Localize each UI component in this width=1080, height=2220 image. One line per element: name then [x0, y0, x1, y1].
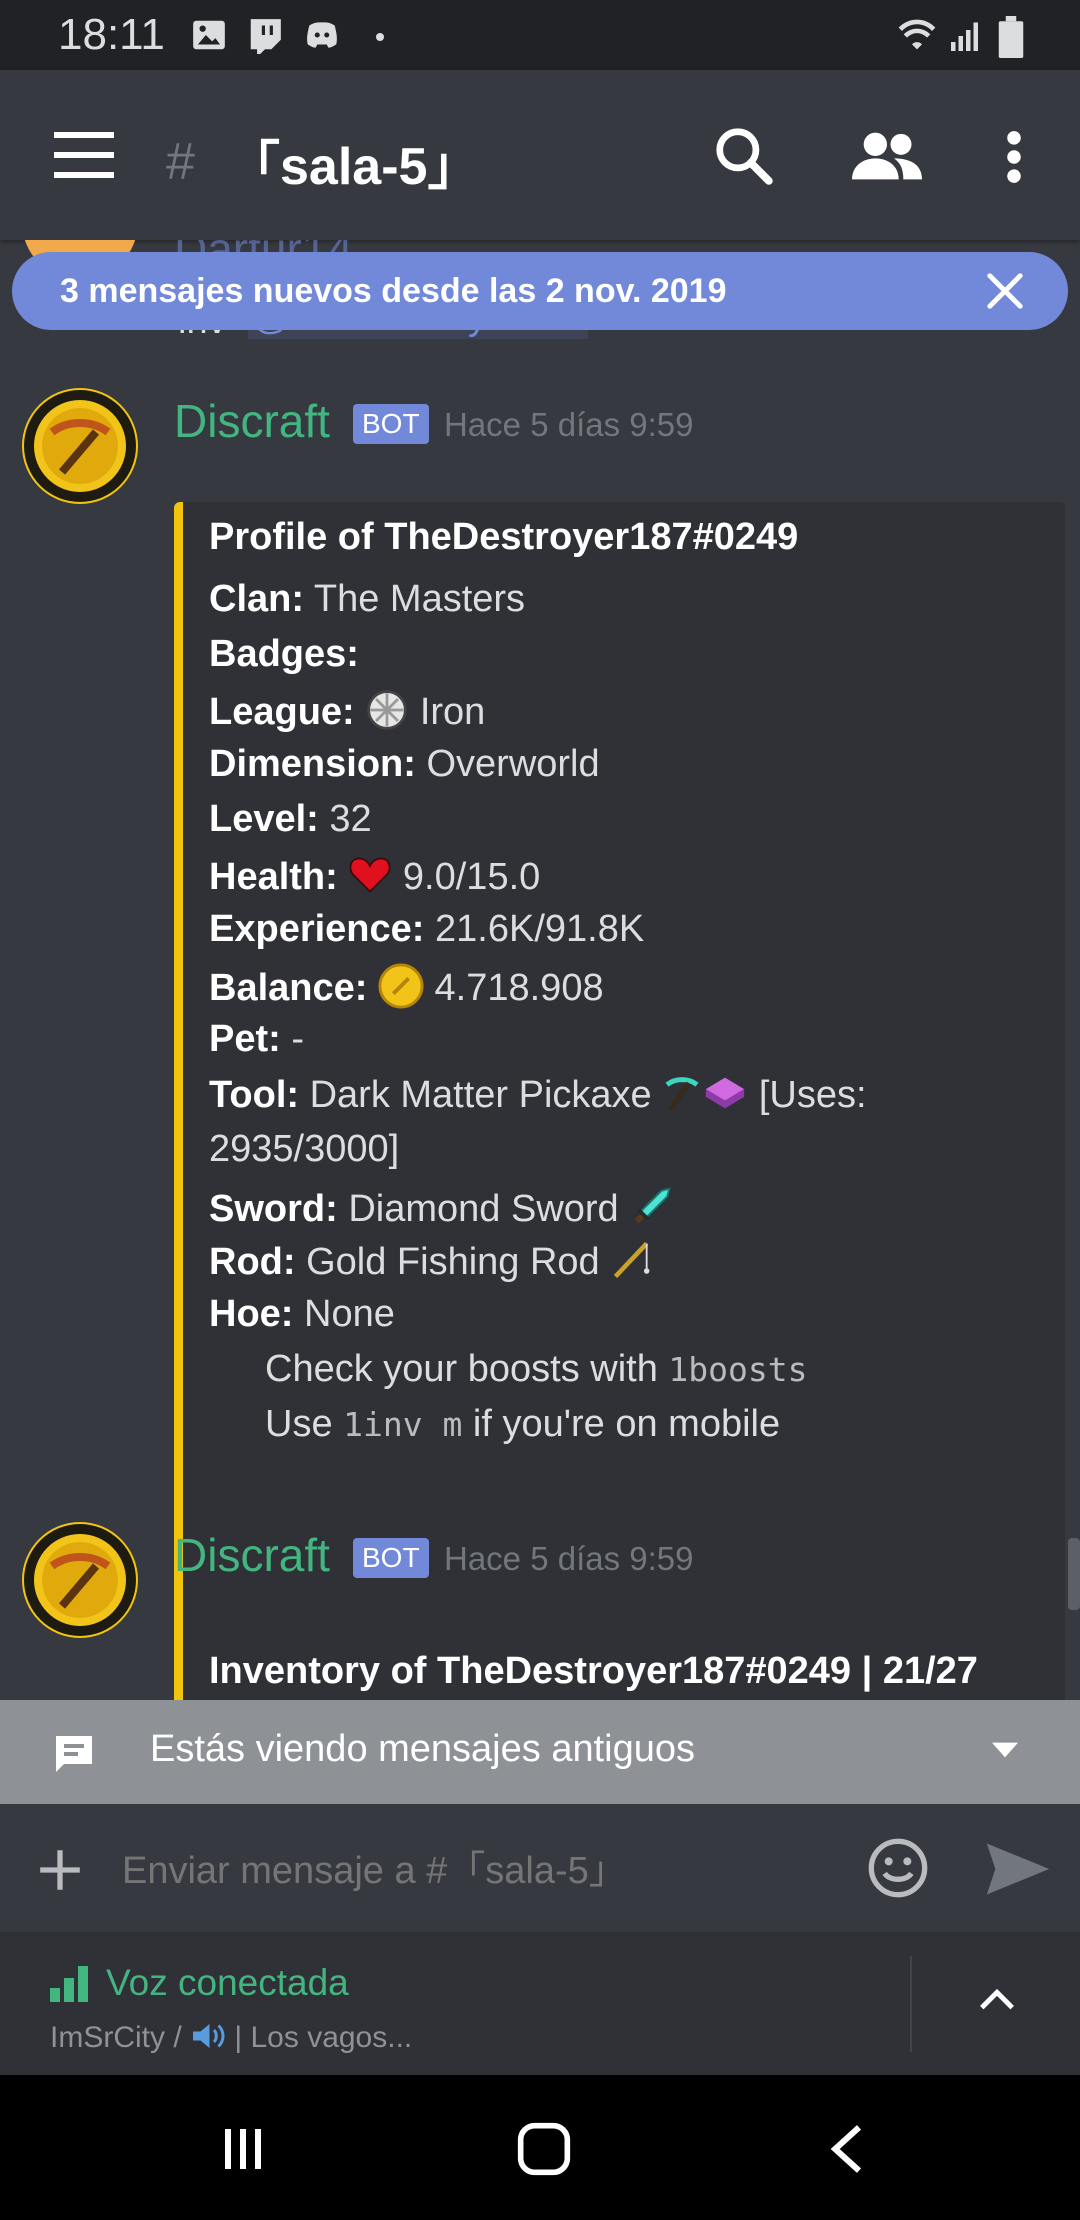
divider: [910, 1956, 912, 2052]
chevron-up-icon[interactable]: [978, 1988, 1016, 2012]
speaker-icon: [193, 2024, 225, 2048]
message-author[interactable]: Discraft: [174, 394, 330, 448]
embed-field-sword: Sword: Diamond Sword: [209, 1183, 675, 1231]
status-bar: 18:11: [0, 0, 1080, 70]
signal-icon: [951, 22, 978, 51]
iron-league-icon: [367, 690, 407, 730]
status-time: 18:11: [58, 10, 165, 59]
emoji-icon[interactable]: [866, 1836, 930, 1900]
inventory-embed: Inventory of TheDestroyer187#0249 | 21/2…: [174, 1636, 1065, 1700]
pickaxe-coin-icon: [24, 1524, 136, 1636]
pickaxe-icon: [665, 1077, 699, 1112]
embed-field-pet: Pet: -: [209, 1018, 305, 1060]
menu-icon[interactable]: [54, 132, 114, 178]
avatar[interactable]: [22, 1522, 138, 1638]
home-icon[interactable]: [516, 2121, 572, 2177]
more-icon[interactable]: [1002, 130, 1026, 184]
embed-field-tool: Tool: Dark Matter Pickaxe [Uses:: [209, 1074, 867, 1116]
profile-embed: Profile of TheDestroyer187#0249 Clan: Th…: [174, 502, 1065, 1700]
close-icon[interactable]: [986, 272, 1024, 310]
embed-field-health: Health: 9.0/15.0: [209, 853, 540, 899]
battery-icon: [998, 16, 1024, 58]
discord-icon: [307, 22, 337, 48]
old-messages-text: Estás viendo mensajes antiguos: [150, 1728, 695, 1770]
diamond-sword-icon: [634, 1187, 671, 1224]
message-timestamp: Hace 5 días 9:59: [444, 406, 694, 443]
recents-icon[interactable]: [218, 2125, 268, 2173]
voice-status: Voz conectada: [106, 1962, 349, 2003]
enchanted-book-icon: [706, 1077, 745, 1109]
embed-field-league: League: Iron: [209, 688, 485, 734]
embed-field-tool-uses: 2935/3000]: [209, 1128, 400, 1170]
embed-field-dimension: Dimension: Overworld: [209, 743, 600, 785]
message-input[interactable]: [120, 1842, 844, 1900]
embed-field-balance: Balance: 4.718.908: [209, 963, 604, 1010]
scrollbar-thumb[interactable]: [1068, 1538, 1080, 1610]
embed-field-level: Level: 32: [209, 798, 372, 840]
embed-footer-mobile: Use 1inv m if you're on mobile: [265, 1403, 781, 1445]
members-icon[interactable]: [852, 128, 922, 184]
heart-icon: [349, 857, 391, 893]
plus-icon[interactable]: [38, 1848, 82, 1892]
voice-panel[interactable]: Voz conectada ImSrCity / | Los vagos...: [0, 1932, 1080, 2075]
fishing-rod-icon: [614, 1241, 650, 1279]
coin-icon: [378, 963, 424, 1009]
channel-hash-icon: #: [166, 133, 195, 191]
new-messages-text: 3 mensajes nuevos desde las 2 nov. 2019: [60, 272, 727, 310]
message-author[interactable]: Discraft: [174, 1528, 330, 1582]
message-composer: [0, 1804, 1080, 1932]
command-code: 1boosts: [668, 1350, 808, 1389]
message-list[interactable]: Dartur14 inv @TheDestroyer187 Discraft B…: [0, 240, 1080, 1700]
embed-field-rod: Rod: Gold Fishing Rod: [209, 1238, 654, 1284]
embed-field-clan: Clan: The Masters: [209, 578, 526, 620]
new-messages-banner[interactable]: 3 mensajes nuevos desde las 2 nov. 2019: [12, 252, 1068, 330]
channel-header: # 「sala-5」: [0, 70, 1080, 240]
voice-signal-icon: [50, 1966, 88, 2002]
image-icon: [193, 20, 225, 50]
avatar[interactable]: [22, 388, 138, 504]
bot-tag: BOT: [353, 404, 429, 444]
old-messages-bar[interactable]: Estás viendo mensajes antiguos: [0, 1700, 1080, 1804]
back-icon[interactable]: [826, 2123, 866, 2175]
twitch-icon: [250, 19, 281, 54]
embed-title: Inventory of TheDestroyer187#0249 | 21/2…: [209, 1650, 978, 1692]
android-nav-bar: [0, 2075, 1080, 2220]
send-icon[interactable]: [984, 1840, 1052, 1898]
embed-field-hoe: Hoe: None: [209, 1293, 395, 1335]
dot-icon: [376, 33, 384, 41]
chat-icon: [56, 1736, 92, 1772]
wifi-icon: [898, 19, 936, 50]
message-timestamp: Hace 5 días 9:59: [444, 1540, 694, 1577]
bot-tag: BOT: [353, 1538, 429, 1578]
search-icon[interactable]: [712, 124, 774, 186]
voice-channel-info: ImSrCity / | Los vagos...: [50, 2021, 413, 2054]
channel-name[interactable]: 「sala-5」: [228, 124, 479, 199]
command-code: 1inv m: [343, 1405, 463, 1444]
embed-field-badges: Badges:: [209, 633, 359, 675]
pickaxe-coin-icon: [24, 390, 136, 502]
embed-title: Profile of TheDestroyer187#0249: [209, 516, 799, 558]
embed-field-experience: Experience: 21.6K/91.8K: [209, 908, 645, 950]
embed-footer-boosts: Check your boosts with 1boosts: [265, 1348, 808, 1390]
chevron-down-icon[interactable]: [992, 1742, 1018, 1758]
